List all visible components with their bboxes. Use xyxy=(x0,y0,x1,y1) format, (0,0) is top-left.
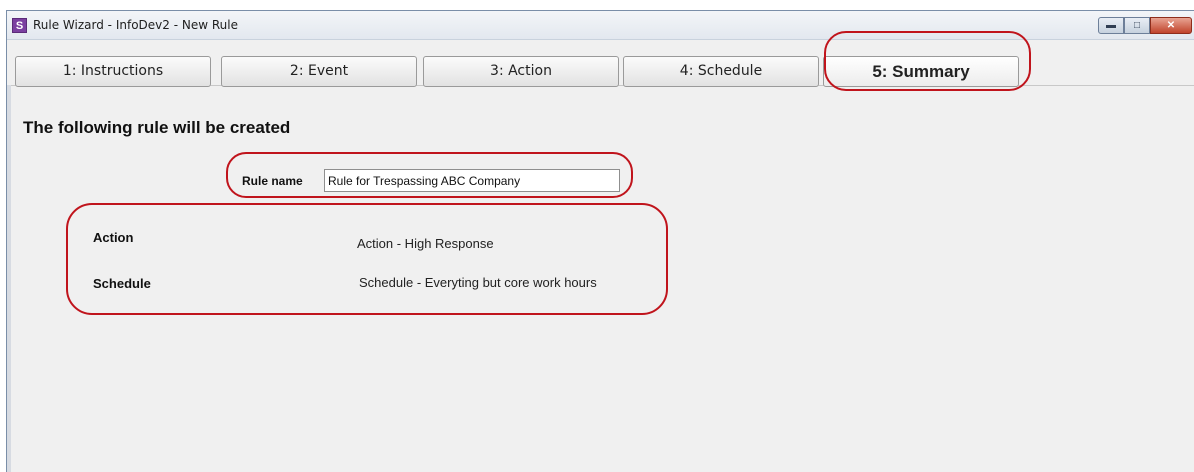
close-icon: ✕ xyxy=(1166,20,1176,31)
schedule-label: Schedule xyxy=(93,276,151,291)
tab-schedule[interactable]: 4: Schedule xyxy=(623,56,819,87)
maximize-button[interactable]: □ xyxy=(1124,17,1150,34)
tab-summary[interactable]: 5: Summary xyxy=(823,56,1019,87)
tab-event[interactable]: 2: Event xyxy=(221,56,417,87)
summary-heading: The following rule will be created xyxy=(23,118,291,137)
tab-action[interactable]: 3: Action xyxy=(423,56,619,87)
wizard-step-tabs: 1: Instructions 2: Event 3: Action 4: Sc… xyxy=(7,40,1194,87)
minimize-button[interactable]: ▬ xyxy=(1098,17,1124,34)
window-title: Rule Wizard - InfoDev2 - New Rule xyxy=(33,18,238,32)
highlight-ring-action-schedule xyxy=(66,203,668,315)
rule-wizard-window: S Rule Wizard - InfoDev2 - New Rule ▬ □ … xyxy=(6,10,1194,472)
schedule-value: Schedule - Everyting but core work hours xyxy=(359,275,597,290)
action-value: Action - High Response xyxy=(357,236,494,251)
minimize-icon: ▬ xyxy=(1106,20,1116,31)
title-bar[interactable]: S Rule Wizard - InfoDev2 - New Rule ▬ □ … xyxy=(7,11,1194,40)
rule-name-input[interactable] xyxy=(324,169,620,192)
window-controls: ▬ □ ✕ xyxy=(1098,17,1192,35)
maximize-icon: □ xyxy=(1133,20,1141,31)
action-label: Action xyxy=(93,230,134,245)
tab-instructions[interactable]: 1: Instructions xyxy=(15,56,211,87)
rule-name-label: Rule name xyxy=(242,174,303,188)
panel-edge xyxy=(7,85,11,472)
close-button[interactable]: ✕ xyxy=(1150,17,1192,34)
app-icon: S xyxy=(12,18,27,33)
